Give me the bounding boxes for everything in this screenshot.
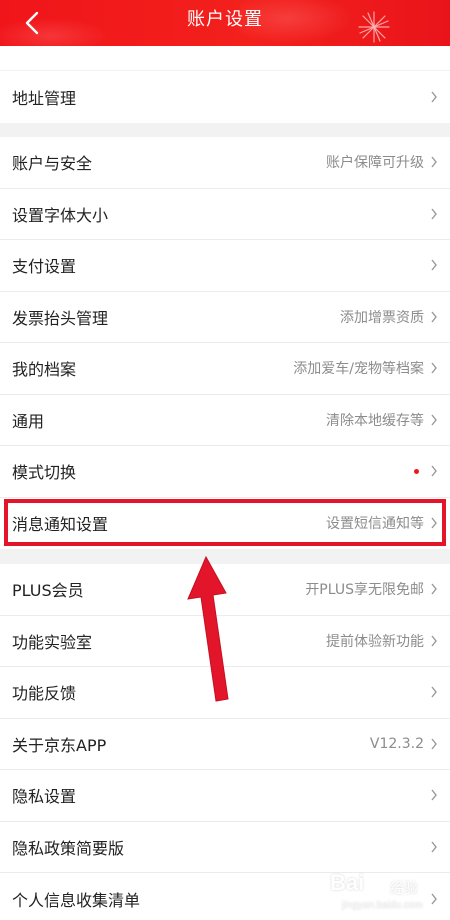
settings-row-privacy[interactable]: 隐私设置 [0,770,450,822]
chevron-right-icon [431,517,437,529]
row-label: 发票抬头管理 [12,308,109,328]
chevron-right-icon [431,635,437,647]
chevron-right-icon [431,91,437,103]
row-value: 设置短信通知等 [326,516,424,533]
app-version: V12.3.2 [369,735,424,752]
firework-decoration-icon [358,11,390,43]
row-value: 清除本地缓存等 [326,412,424,429]
watermark-logo: Bai [330,870,365,895]
settings-row-font-size[interactable]: 设置字体大小 [0,189,450,240]
chevron-right-icon [431,259,437,271]
chevron-left-icon [25,11,39,35]
watermark-text: 经验 [390,880,418,896]
chevron-right-icon [431,841,437,853]
header-dragon-decoration [240,0,360,46]
row-label: PLUS会员 [12,581,84,601]
row-value: 账户保障可升级 [326,155,424,172]
settings-row-mode-switch[interactable]: 模式切换 [0,446,450,498]
back-button[interactable] [18,8,46,38]
row-value: 提前体验新功能 [326,633,424,650]
header-cloud-decoration [0,18,110,46]
settings-row-lab[interactable]: 功能实验室 提前体验新功能 [0,616,450,667]
chevron-right-icon [431,311,437,323]
row-label: 个人信息收集清单 [12,890,141,910]
settings-group-top-partial [0,46,450,70]
row-label: 支付设置 [12,257,77,277]
row-label: 模式切换 [12,463,77,483]
chevron-right-icon [431,583,437,595]
chevron-right-icon [431,156,437,168]
row-label: 关于京东APP [12,735,107,755]
settings-row-payment[interactable]: 支付设置 [0,240,450,292]
row-label: 地址管理 [12,88,77,108]
app-header: 账户设置 [0,0,450,46]
settings-row-my-profile[interactable]: 我的档案 添加爱车/宠物等档案 [0,343,450,395]
row-label: 我的档案 [12,360,77,380]
chevron-right-icon [431,465,437,477]
row-label: 隐私设置 [12,787,77,807]
settings-row-feedback[interactable]: 功能反馈 [0,667,450,719]
chevron-right-icon [431,362,437,374]
row-label: 通用 [12,411,45,431]
chevron-right-icon [431,789,437,801]
row-label: 设置字体大小 [12,205,109,225]
row-value: 添加爱车/宠物等档案 [293,361,424,378]
chevron-right-icon [431,738,437,750]
settings-row-address[interactable]: 地址管理 [0,71,450,123]
watermark-url: jingyan.baidu.com [342,900,423,911]
chevron-right-icon [431,414,437,426]
settings-row-notification[interactable]: 消息通知设置 设置短信通知等 [0,498,450,550]
watermark: Bai 经验 jingyan.baidu.com [330,866,450,918]
row-label: 隐私政策简要版 [12,838,125,858]
settings-row-general[interactable]: 通用 清除本地缓存等 [0,395,450,446]
settings-row-about[interactable]: 关于京东APP V12.3.2 [0,719,450,770]
settings-group-main: 账户与安全 账户保障可升级 设置字体大小 支付设置 发票抬头管理 添加增票资质 … [0,137,450,549]
row-value: 添加增票资质 [340,309,424,326]
new-badge-dot [414,468,419,474]
settings-row-plus-member[interactable]: PLUS会员 开PLUS享无限免邮 [0,564,450,616]
settings-row-account-security[interactable]: 账户与安全 账户保障可升级 [0,137,450,189]
row-label: 账户与安全 [12,154,93,174]
row-label: 功能反馈 [12,684,77,704]
chevron-right-icon [431,686,437,698]
row-label: 功能实验室 [12,632,93,652]
settings-group-address: 地址管理 [0,71,450,123]
row-value: 开PLUS享无限免邮 [305,582,424,599]
settings-row-invoice[interactable]: 发票抬头管理 添加增票资质 [0,292,450,343]
row-label: 消息通知设置 [12,515,109,535]
chevron-right-icon [431,208,437,220]
